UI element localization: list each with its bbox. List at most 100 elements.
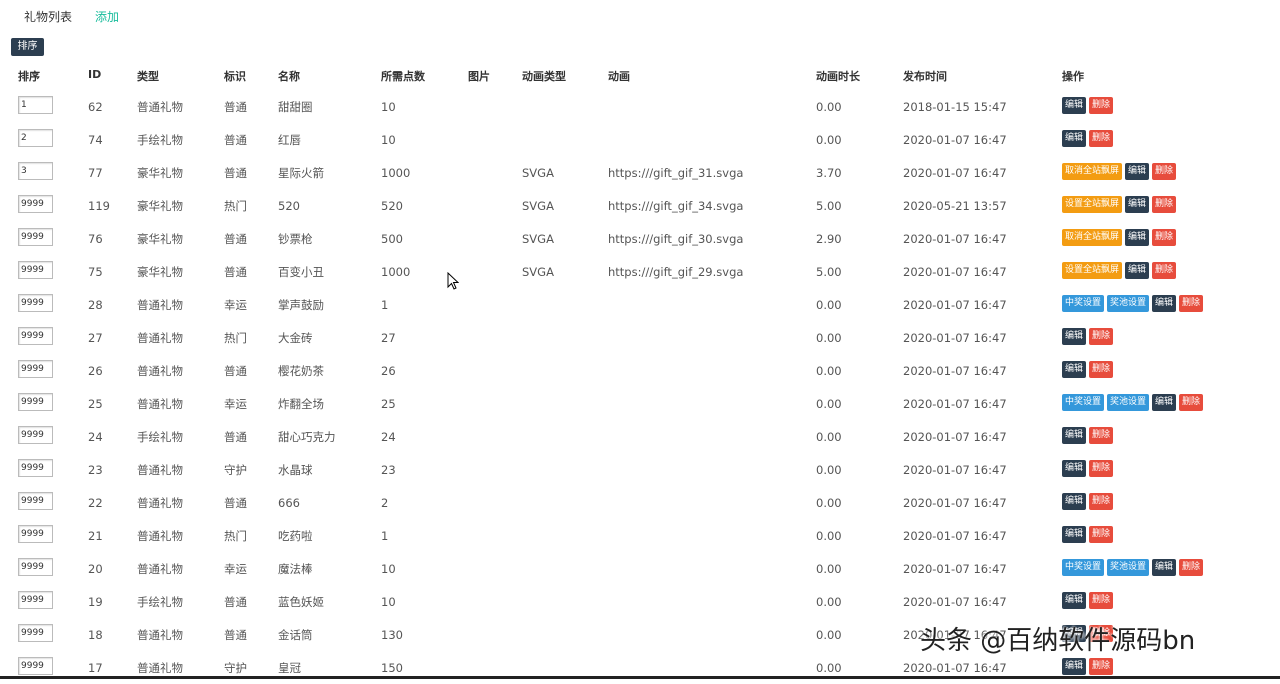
edit-button[interactable]: 编辑 xyxy=(1062,658,1087,675)
pool-setting-button[interactable]: 奖池设置 xyxy=(1107,559,1150,576)
set-global-float-button[interactable]: 设置全站飘屏 xyxy=(1062,262,1123,279)
header-anim-type: 动画类型 xyxy=(522,70,566,83)
cell-mark: 幸运 xyxy=(224,397,247,411)
edit-button[interactable]: 编辑 xyxy=(1062,427,1087,444)
cell-duration: 5.00 xyxy=(816,199,842,213)
sort-order-input[interactable] xyxy=(18,228,53,246)
sort-order-input[interactable] xyxy=(18,360,53,378)
edit-button[interactable]: 编辑 xyxy=(1152,394,1177,411)
delete-button[interactable]: 删除 xyxy=(1089,328,1114,345)
delete-button[interactable]: 删除 xyxy=(1089,526,1114,543)
cell-points: 10 xyxy=(381,133,396,147)
row-actions: 编辑 删除 xyxy=(1062,493,1114,510)
delete-button[interactable]: 删除 xyxy=(1152,262,1177,279)
cell-time: 2020-01-07 16:47 xyxy=(903,232,1007,246)
pool-setting-button[interactable]: 奖池设置 xyxy=(1107,394,1150,411)
cell-name: 星际火箭 xyxy=(278,166,324,180)
header-duration: 动画时长 xyxy=(816,70,860,83)
table-row: 22 普通礼物 普通 666 2 0.00 2020-01-07 16:47 编辑删除 xyxy=(0,486,1280,519)
cancel-global-float-button[interactable]: 取消全站飘屏 xyxy=(1062,229,1123,246)
sort-order-input[interactable] xyxy=(18,162,53,180)
cell-id: 76 xyxy=(88,232,103,246)
set-global-float-button[interactable]: 设置全站飘屏 xyxy=(1062,196,1123,213)
row-actions: 编辑 删除 xyxy=(1062,361,1114,378)
header-anim: 动画 xyxy=(608,70,630,83)
sort-order-input[interactable] xyxy=(18,657,53,675)
win-setting-button[interactable]: 中奖设置 xyxy=(1062,394,1105,411)
delete-button[interactable]: 删除 xyxy=(1152,196,1177,213)
cell-id: 24 xyxy=(88,430,103,444)
cell-time: 2020-01-07 16:47 xyxy=(903,298,1007,312)
table-row: 27 普通礼物 热门 大金砖 27 0.00 2020-01-07 16:47 编辑删除 xyxy=(0,321,1280,354)
sort-order-input[interactable] xyxy=(18,426,53,444)
delete-button[interactable]: 删除 xyxy=(1152,229,1177,246)
edit-button[interactable]: 编辑 xyxy=(1125,262,1150,279)
delete-button[interactable]: 删除 xyxy=(1089,592,1114,609)
row-actions: 设置全站飘屏 编辑 删除 xyxy=(1062,262,1177,279)
cell-name: 520 xyxy=(278,199,300,213)
edit-button[interactable]: 编辑 xyxy=(1062,361,1087,378)
edit-button[interactable]: 编辑 xyxy=(1062,130,1087,147)
table-row: 20 普通礼物 幸运 魔法棒 10 0.00 2020-01-07 16:47 中奖设置奖池设… xyxy=(0,552,1280,585)
cell-points: 1000 xyxy=(381,166,411,180)
edit-button[interactable]: 编辑 xyxy=(1062,97,1087,114)
edit-button[interactable]: 编辑 xyxy=(1062,493,1087,510)
sort-order-input[interactable] xyxy=(18,195,53,213)
edit-button[interactable]: 编辑 xyxy=(1152,295,1177,312)
delete-button[interactable]: 删除 xyxy=(1179,295,1204,312)
cell-points: 2 xyxy=(381,496,389,510)
delete-button[interactable]: 删除 xyxy=(1089,427,1114,444)
tab-gift-list[interactable]: 礼物列表 xyxy=(24,10,72,24)
cell-time: 2020-01-07 16:47 xyxy=(903,430,1007,444)
sort-button[interactable]: 排序 xyxy=(11,38,44,56)
cancel-global-float-button[interactable]: 取消全站飘屏 xyxy=(1062,163,1123,180)
cell-name: 甜心巧克力 xyxy=(278,430,336,444)
edit-button[interactable]: 编辑 xyxy=(1125,163,1150,180)
delete-button[interactable]: 删除 xyxy=(1152,163,1177,180)
cell-points: 10 xyxy=(381,562,396,576)
win-setting-button[interactable]: 中奖设置 xyxy=(1062,559,1105,576)
edit-button[interactable]: 编辑 xyxy=(1125,196,1150,213)
sort-order-input[interactable] xyxy=(18,624,53,642)
sort-order-input[interactable] xyxy=(18,492,53,510)
edit-button[interactable]: 编辑 xyxy=(1062,592,1087,609)
delete-button[interactable]: 删除 xyxy=(1179,394,1204,411)
delete-button[interactable]: 删除 xyxy=(1179,559,1204,576)
sort-order-input[interactable] xyxy=(18,459,53,477)
sort-order-input[interactable] xyxy=(18,261,53,279)
table-row: 76 豪华礼物 普通 钞票枪 500 SVGA https:///gift_gif_30.s… xyxy=(0,222,1280,255)
delete-button[interactable]: 删除 xyxy=(1089,361,1114,378)
cell-duration: 5.00 xyxy=(816,265,842,279)
header-name: 名称 xyxy=(278,70,300,83)
delete-button[interactable]: 删除 xyxy=(1089,460,1114,477)
sort-order-input[interactable] xyxy=(18,327,53,345)
cell-type: 豪华礼物 xyxy=(137,265,183,279)
delete-button[interactable]: 删除 xyxy=(1089,493,1114,510)
delete-button[interactable]: 删除 xyxy=(1089,658,1114,675)
edit-button[interactable]: 编辑 xyxy=(1062,328,1087,345)
sort-order-input[interactable] xyxy=(18,591,53,609)
sort-order-input[interactable] xyxy=(18,96,53,114)
delete-button[interactable]: 删除 xyxy=(1089,97,1114,114)
cell-anim: https:///gift_gif_30.svga xyxy=(608,232,744,246)
cell-points: 10 xyxy=(381,100,396,114)
edit-button[interactable]: 编辑 xyxy=(1062,526,1087,543)
sort-order-input[interactable] xyxy=(18,129,53,147)
cell-type: 普通礼物 xyxy=(137,397,183,411)
cell-type: 普通礼物 xyxy=(137,628,183,642)
pool-setting-button[interactable]: 奖池设置 xyxy=(1107,295,1150,312)
header-id: ID xyxy=(88,68,102,81)
sort-order-input[interactable] xyxy=(18,525,53,543)
edit-button[interactable]: 编辑 xyxy=(1125,229,1150,246)
table-row: 24 手绘礼物 普通 甜心巧克力 24 0.00 2020-01-07 16:47 编辑删除 xyxy=(0,420,1280,453)
sort-order-input[interactable] xyxy=(18,294,53,312)
sort-order-input[interactable] xyxy=(18,558,53,576)
cell-anim-type: SVGA xyxy=(522,199,554,213)
edit-button[interactable]: 编辑 xyxy=(1152,559,1177,576)
edit-button[interactable]: 编辑 xyxy=(1062,460,1087,477)
cell-points: 26 xyxy=(381,364,396,378)
tab-add[interactable]: 添加 xyxy=(95,10,119,24)
delete-button[interactable]: 删除 xyxy=(1089,130,1114,147)
win-setting-button[interactable]: 中奖设置 xyxy=(1062,295,1105,312)
sort-order-input[interactable] xyxy=(18,393,53,411)
